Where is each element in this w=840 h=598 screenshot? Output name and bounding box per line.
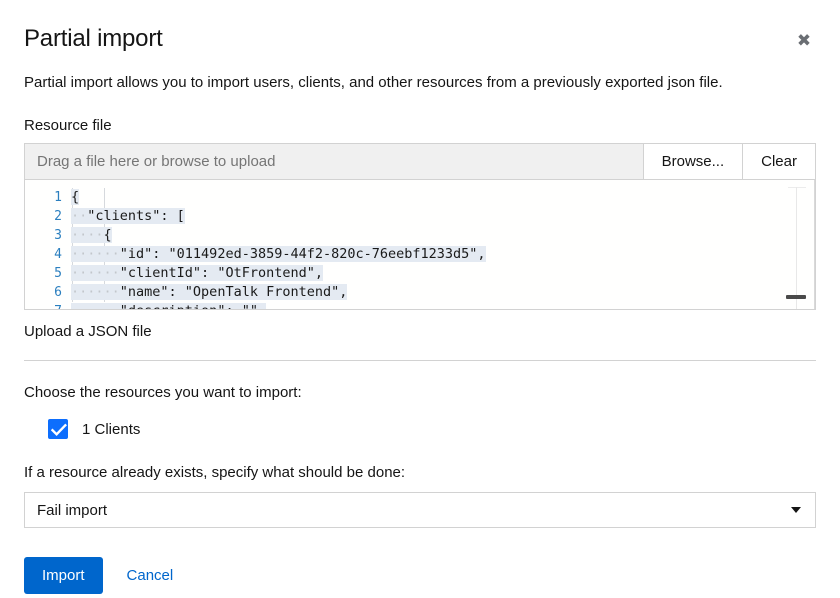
- editor-vertical-scrollbar[interactable]: [796, 187, 797, 309]
- json-code-editor[interactable]: 1 2 3 4 5 6 7 { ··"clients": [ ····{: [25, 180, 815, 309]
- page-title: Partial import: [24, 24, 816, 54]
- browse-button[interactable]: Browse...: [643, 144, 743, 179]
- upload-help-text: Upload a JSON file: [24, 322, 816, 342]
- line-number: 5: [25, 264, 71, 283]
- line-number: 1: [25, 188, 71, 207]
- dialog-description: Partial import allows you to import user…: [0, 72, 840, 94]
- conflict-strategy-value: Fail import: [25, 502, 107, 519]
- code-line: {: [71, 188, 815, 207]
- conflict-strategy-select[interactable]: Fail import: [24, 492, 816, 528]
- code-line-text: {: [71, 189, 79, 205]
- chevron-down-icon: [791, 507, 801, 513]
- code-line-text: ······"id": "011492ed-3859-44f2-820c-76e…: [71, 246, 486, 262]
- editor-scrollbar-cap: [788, 187, 806, 188]
- editor-right-border: [814, 180, 815, 309]
- code-line: ··"clients": [: [71, 207, 815, 226]
- check-icon: [51, 423, 67, 437]
- line-number: 3: [25, 226, 71, 245]
- dialog-header: Partial import ✖: [0, 0, 840, 54]
- editor-code-area[interactable]: { ··"clients": [ ····{ ······"id": "0114…: [71, 180, 815, 309]
- editor-scroll-region[interactable]: 1 2 3 4 5 6 7 { ··"clients": [ ····{: [25, 180, 815, 309]
- line-number: 4: [25, 245, 71, 264]
- code-line-text: ······"description": "",: [71, 303, 266, 309]
- checkbox-clients[interactable]: [48, 419, 68, 439]
- import-button[interactable]: Import: [24, 557, 103, 594]
- checkbox-clients-label[interactable]: 1 Clients: [82, 421, 140, 438]
- code-line-text: ······"name": "OpenTalk Frontend",: [71, 284, 347, 300]
- code-line: ······"clientId": "OtFrontend",: [71, 264, 815, 283]
- resources-section-label: Choose the resources you want to import:: [24, 383, 816, 403]
- file-upload-toolbar: Browse... Clear: [25, 144, 815, 180]
- editor-resize-handle[interactable]: [786, 295, 806, 299]
- resource-file-label: Resource file: [24, 116, 816, 136]
- code-line: ····{: [71, 226, 815, 245]
- dialog-footer: Import Cancel: [0, 556, 840, 595]
- clear-button[interactable]: Clear: [742, 144, 815, 179]
- conflict-strategy-label: If a resource already exists, specify wh…: [24, 463, 816, 483]
- editor-line-numbers: 1 2 3 4 5 6 7: [25, 180, 71, 309]
- code-line-text: ······"clientId": "OtFrontend",: [71, 265, 323, 281]
- resource-checkbox-row[interactable]: 1 Clients: [24, 419, 816, 439]
- code-line: ······"description": "",: [71, 302, 815, 309]
- code-line: ······"id": "011492ed-3859-44f2-820c-76e…: [71, 245, 815, 264]
- file-name-input[interactable]: [25, 144, 643, 179]
- section-divider: [24, 360, 816, 361]
- partial-import-dialog: Partial import ✖ Partial import allows y…: [0, 0, 840, 598]
- line-number: 7: [25, 302, 71, 309]
- code-line-text: ··"clients": [: [71, 208, 185, 224]
- line-number: 6: [25, 283, 71, 302]
- cancel-button[interactable]: Cancel: [113, 556, 188, 595]
- file-upload-widget: Browse... Clear 1 2 3 4 5 6 7: [24, 143, 816, 310]
- code-line: ······"name": "OpenTalk Frontend",: [71, 283, 815, 302]
- dialog-body: Resource file Browse... Clear 1 2 3 4 5 …: [0, 116, 840, 528]
- line-number: 2: [25, 207, 71, 226]
- close-icon[interactable]: ✖: [786, 22, 822, 58]
- code-line-text: ····{: [71, 227, 112, 243]
